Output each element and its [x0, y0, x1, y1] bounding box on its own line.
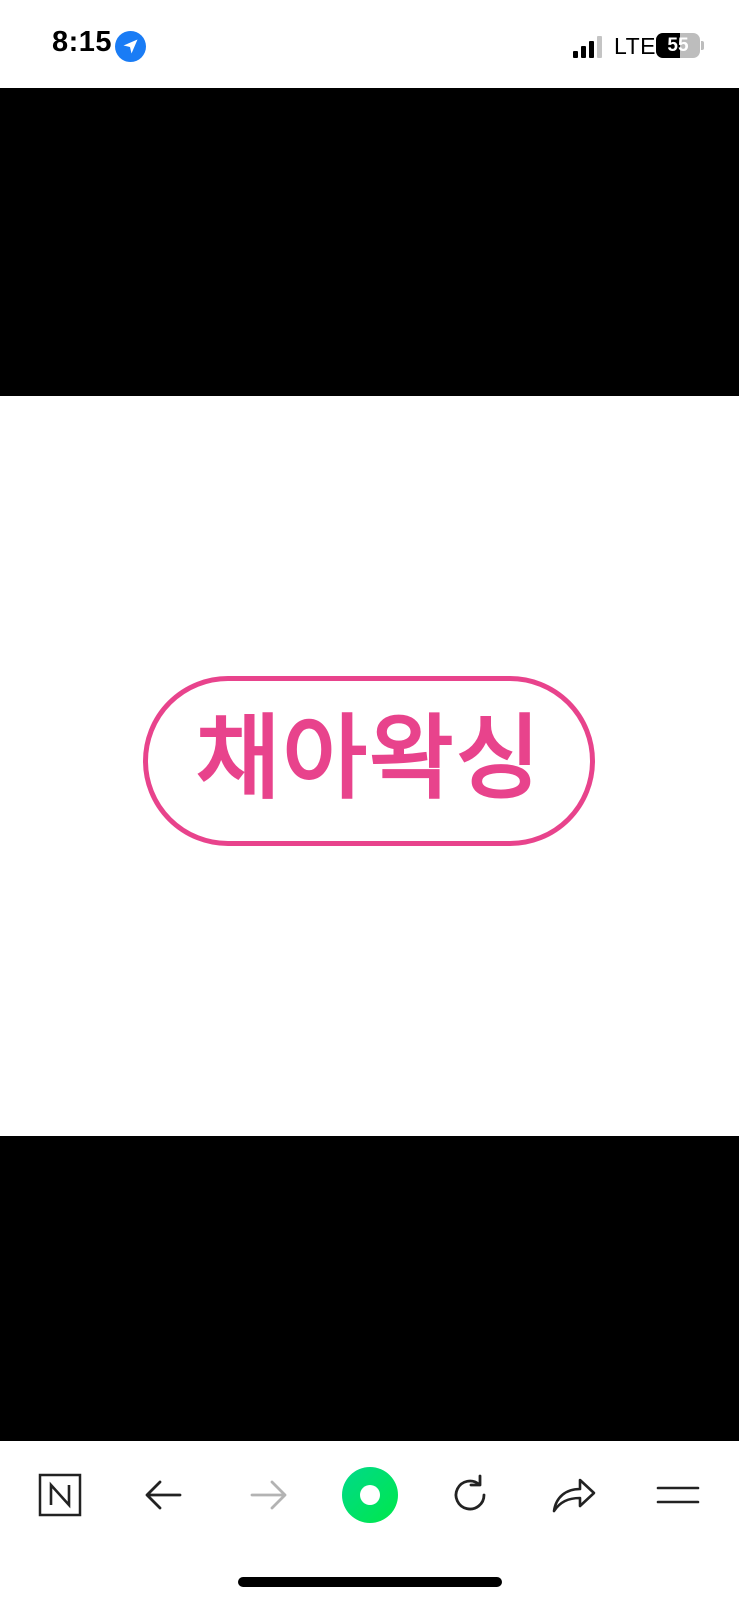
logo-badge: 채아왁싱	[143, 676, 595, 846]
battery-level: 55	[667, 35, 689, 56]
reload-button[interactable]	[438, 1463, 502, 1527]
forward-button[interactable]	[236, 1463, 300, 1527]
cellular-signal-icon	[573, 36, 602, 58]
arrow-left-icon	[145, 1480, 182, 1510]
network-type-label: LTE	[614, 33, 656, 59]
battery-icon: 55	[656, 33, 700, 58]
logo-text: 채아왁싱	[195, 705, 543, 812]
battery-indicator: 55	[656, 33, 704, 58]
back-button[interactable]	[132, 1463, 196, 1527]
green-dot-icon	[342, 1467, 398, 1523]
battery-cap	[701, 41, 704, 50]
menu-button[interactable]	[646, 1463, 710, 1527]
screen: 8:15 LTE 55 채아왁싱	[0, 0, 739, 1600]
logo-image[interactable]: 채아왁싱	[0, 396, 739, 1136]
reload-icon	[454, 1474, 486, 1511]
status-bar: 8:15 LTE 55	[0, 0, 739, 88]
share-button[interactable]	[542, 1463, 606, 1527]
home-indicator[interactable]	[238, 1577, 502, 1587]
location-arrow-icon	[115, 31, 146, 62]
n-logo-icon	[38, 1473, 82, 1517]
web-content[interactable]: 채아왁싱	[0, 88, 739, 1441]
status-time: 8:15	[52, 26, 113, 58]
naver-home-button[interactable]	[28, 1463, 92, 1527]
menu-icon	[656, 1486, 700, 1504]
browser-toolbar	[0, 1441, 739, 1600]
green-dot-button[interactable]	[338, 1463, 402, 1527]
share-arrow-icon	[552, 1478, 596, 1513]
arrow-right-icon	[250, 1480, 287, 1510]
